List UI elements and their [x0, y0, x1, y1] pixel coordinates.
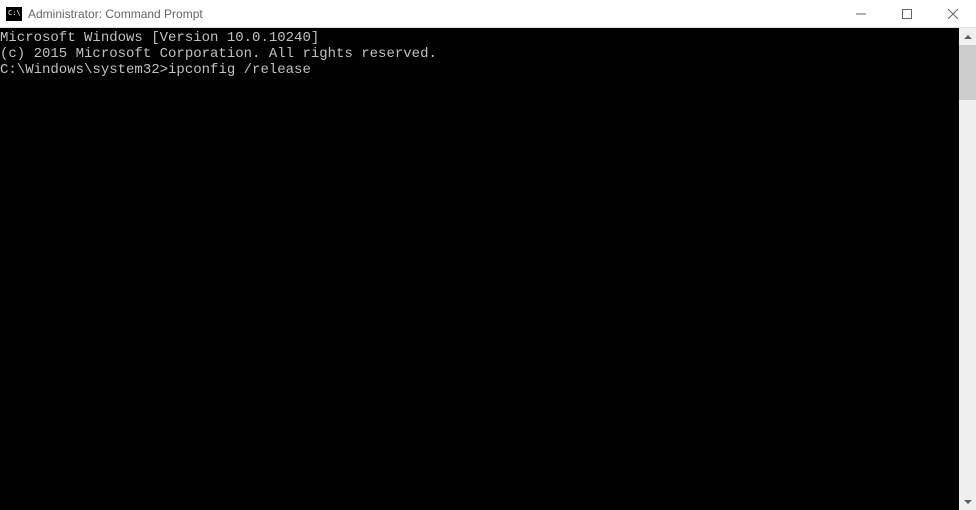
prompt-line: C:\Windows\system32>ipconfig /release [0, 62, 959, 78]
command-input[interactable]: ipconfig /release [168, 62, 311, 78]
command-prompt-window: C:\. Administrator: Command Prompt Micro… [0, 0, 976, 510]
scroll-down-button[interactable] [959, 493, 976, 510]
terminal-area: Microsoft Windows [Version 10.0.10240](c… [0, 28, 976, 510]
minimize-button[interactable] [838, 0, 884, 27]
titlebar[interactable]: C:\. Administrator: Command Prompt [0, 0, 976, 28]
minimize-icon [856, 9, 866, 19]
app-icon: C:\. [6, 7, 22, 21]
chevron-up-icon [964, 35, 972, 39]
scroll-thumb[interactable] [959, 45, 976, 100]
window-controls [838, 0, 976, 27]
scroll-track[interactable] [959, 45, 976, 493]
terminal-output[interactable]: Microsoft Windows [Version 10.0.10240](c… [0, 28, 959, 510]
maximize-button[interactable] [884, 0, 930, 27]
scroll-up-button[interactable] [959, 28, 976, 45]
close-button[interactable] [930, 0, 976, 27]
app-icon-text: C:\. [8, 10, 25, 17]
window-title: Administrator: Command Prompt [28, 7, 838, 21]
maximize-icon [902, 9, 912, 19]
prompt-path: C:\Windows\system32> [0, 62, 168, 78]
close-icon [948, 9, 958, 19]
chevron-down-icon [964, 500, 972, 504]
vertical-scrollbar[interactable] [959, 28, 976, 510]
output-line: Microsoft Windows [Version 10.0.10240] [0, 30, 959, 46]
output-line: (c) 2015 Microsoft Corporation. All righ… [0, 46, 959, 62]
